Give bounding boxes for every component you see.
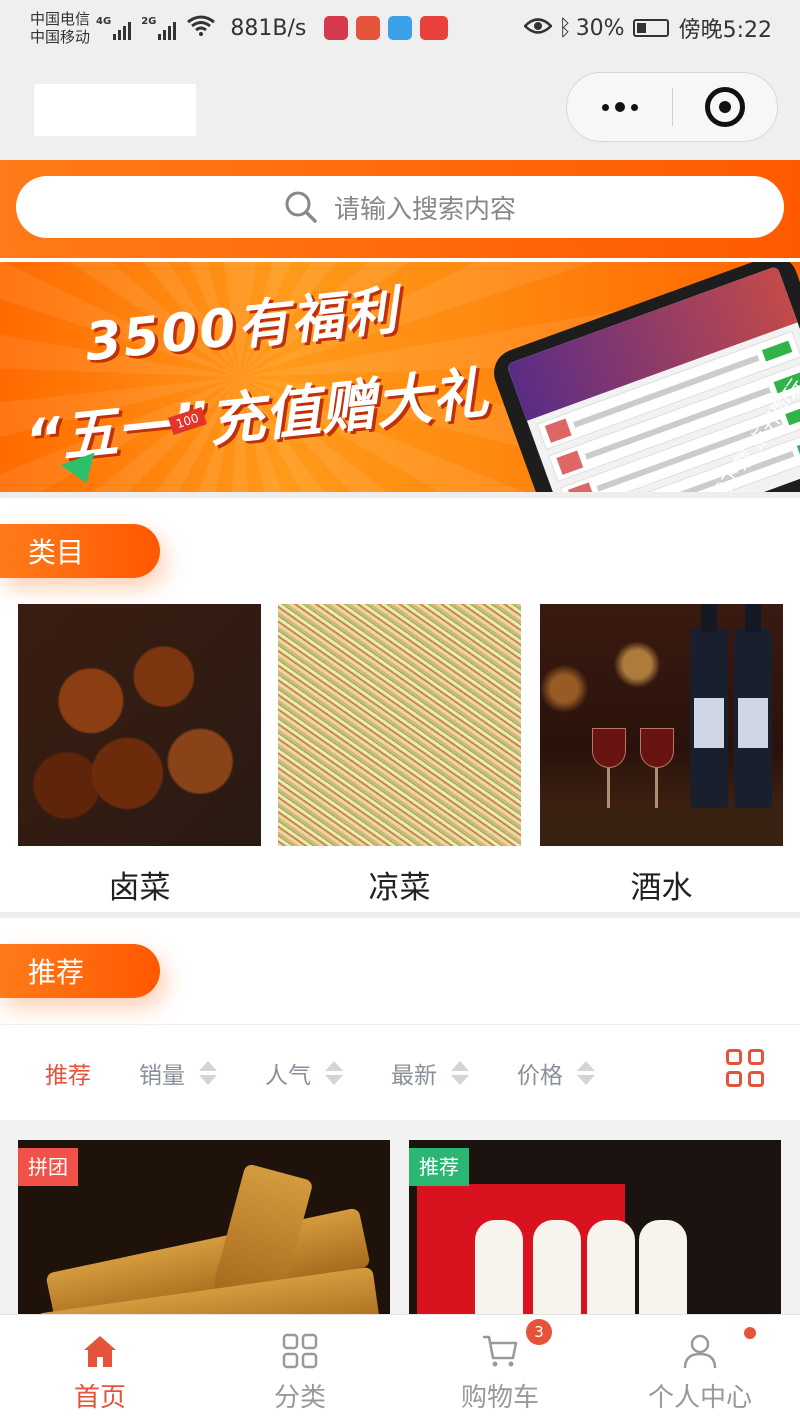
category-image xyxy=(18,604,261,846)
tab-profile[interactable]: 个人中心 xyxy=(600,1315,800,1422)
sort-arrows-icon xyxy=(451,1060,469,1085)
search-area: 请输入搜索内容 xyxy=(0,160,800,258)
tab-label: 购物车 xyxy=(460,1383,539,1413)
user-icon xyxy=(683,1334,717,1369)
categories-section-title: 类目 xyxy=(0,524,160,578)
bottom-tab-bar: 首页 分类 购物车 3 个人中心 xyxy=(0,1314,800,1422)
product-badge: 拼团 xyxy=(18,1148,78,1186)
carrier-2: 中国移动 xyxy=(30,28,91,46)
filter-newest[interactable]: 最新 xyxy=(391,1056,469,1090)
bluetooth-icon: ᛒ xyxy=(558,15,572,41)
reader-app-icon xyxy=(356,16,381,40)
product-badge: 推荐 xyxy=(409,1148,469,1186)
eye-icon xyxy=(523,16,554,41)
search-icon xyxy=(285,191,317,223)
filter-popularity[interactable]: 人气 xyxy=(265,1056,343,1090)
category-image xyxy=(540,604,783,846)
layout-grid-toggle-icon[interactable] xyxy=(726,1049,764,1087)
status-bar: 中国电信 中国移动 4G 2G 881B/s ᛒ 30% 傍晚5:22 xyxy=(0,0,800,56)
more-menu-button[interactable] xyxy=(567,102,672,112)
sort-arrows-icon xyxy=(325,1060,343,1085)
category-label: 酒水 xyxy=(630,870,693,906)
filter-recommend[interactable]: 推荐 xyxy=(45,1056,91,1090)
promo-banner[interactable]: 3500有福利 “五一”充值赠大礼 100 无需下载 点开即玩 xyxy=(0,262,800,492)
mini-program-nav-bar xyxy=(0,56,800,160)
close-mini-program-button[interactable] xyxy=(673,87,777,127)
search-input[interactable]: 请输入搜索内容 xyxy=(16,176,784,238)
divider xyxy=(0,492,800,498)
tab-cart[interactable]: 购物车 3 xyxy=(400,1315,600,1422)
carrier-1: 中国电信 xyxy=(30,10,91,28)
tab-label: 分类 xyxy=(273,1383,326,1413)
carrier-names: 中国电信 中国移动 xyxy=(30,10,90,46)
battery-percent: 30% xyxy=(575,15,625,41)
more-dots-icon xyxy=(601,103,609,111)
category-label: 卤菜 xyxy=(108,870,171,906)
battery-icon xyxy=(632,19,669,37)
recommend-section-title: 推荐 xyxy=(0,944,160,998)
sort-arrows-icon xyxy=(199,1060,217,1085)
signal-icon: 4G xyxy=(96,16,133,40)
tab-label: 个人中心 xyxy=(647,1383,752,1413)
cart-icon xyxy=(483,1335,518,1367)
category-cold-dishes[interactable]: 凉菜 xyxy=(278,604,521,907)
sort-filter-bar: 推荐 销量 人气 最新 价格 xyxy=(0,1024,800,1120)
nav-title-placeholder xyxy=(34,84,196,136)
wifi-icon xyxy=(186,14,216,42)
close-target-icon xyxy=(705,87,745,127)
category-label: 凉菜 xyxy=(368,870,431,906)
huawei-app-icon xyxy=(324,16,349,40)
sort-arrows-icon xyxy=(577,1060,595,1085)
tab-label: 首页 xyxy=(73,1383,126,1413)
filter-sales[interactable]: 销量 xyxy=(139,1056,217,1090)
notification-dot xyxy=(744,1327,756,1339)
tab-category[interactable]: 分类 xyxy=(200,1315,400,1422)
qq-app-icon xyxy=(388,16,413,40)
filter-price[interactable]: 价格 xyxy=(517,1056,595,1090)
clock: 傍晚5:22 xyxy=(678,18,772,43)
product-card[interactable]: 推荐 xyxy=(409,1140,781,1322)
tab-home[interactable]: 首页 xyxy=(0,1315,200,1422)
signal-icon-2: 2G xyxy=(141,16,178,40)
toutiao-app-icon xyxy=(420,16,449,40)
divider xyxy=(0,912,800,918)
category-drinks[interactable]: 酒水 xyxy=(540,604,783,907)
search-placeholder: 请输入搜索内容 xyxy=(333,194,516,225)
network-speed: 881B/s xyxy=(230,15,307,41)
home-icon xyxy=(84,1336,116,1367)
cart-count-badge: 3 xyxy=(526,1319,552,1345)
mini-program-capsule xyxy=(566,72,778,142)
category-grid-icon xyxy=(282,1333,318,1369)
product-card[interactable]: 拼团 xyxy=(18,1140,390,1322)
category-braised[interactable]: 卤菜 xyxy=(18,604,261,907)
category-image xyxy=(278,604,521,846)
